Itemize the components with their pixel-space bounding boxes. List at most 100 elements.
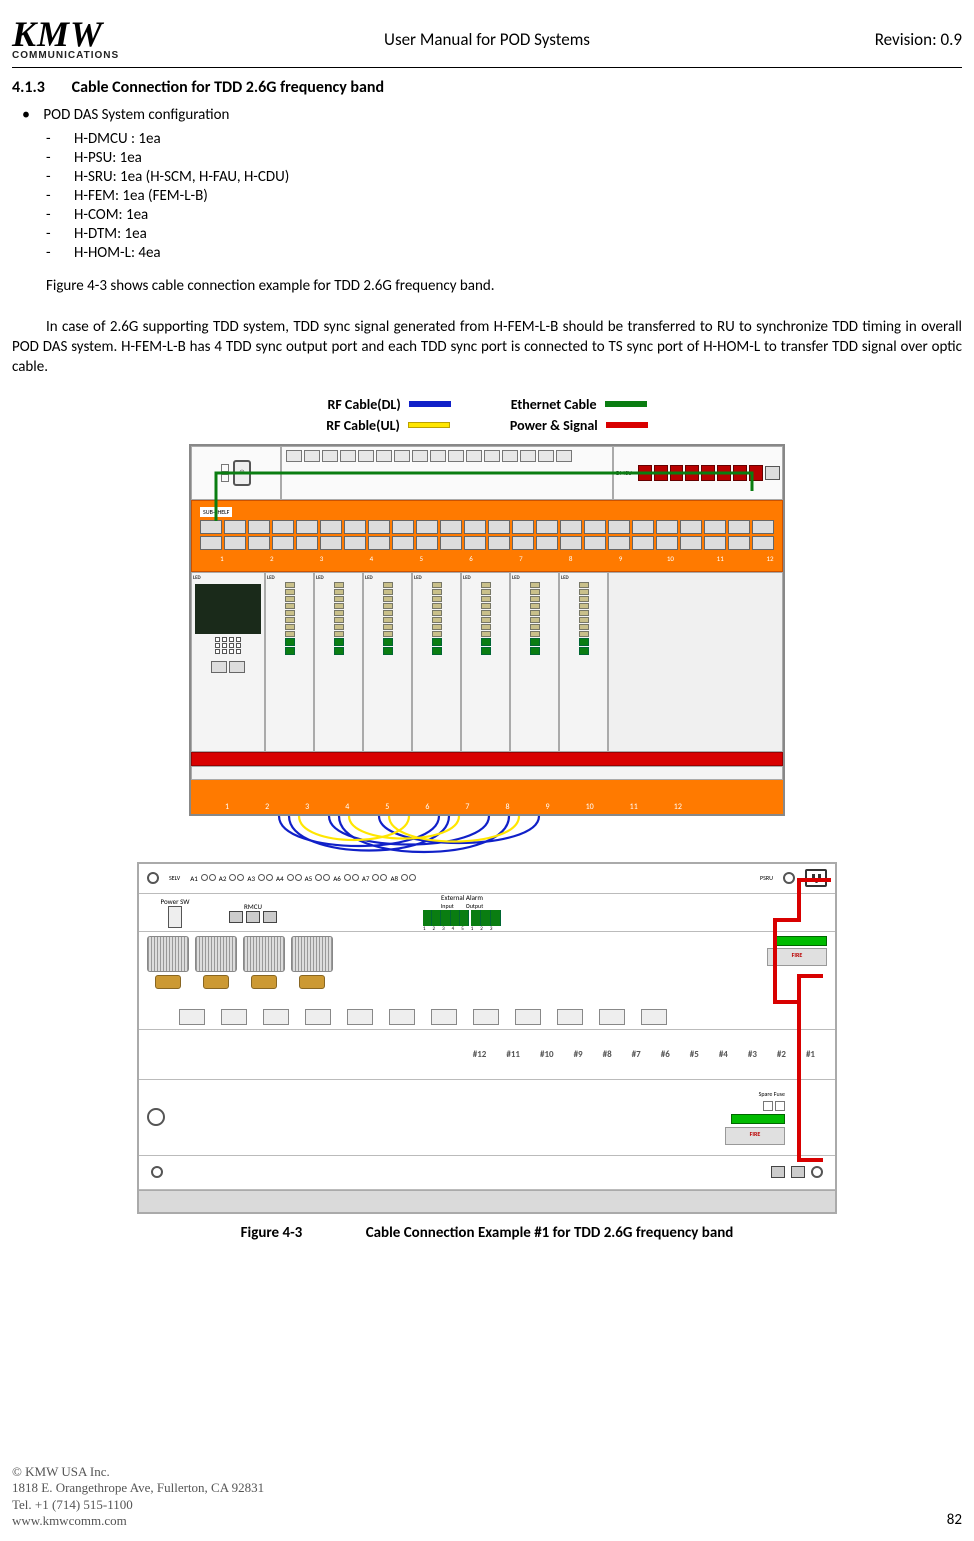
led-icon: [221, 474, 229, 482]
list-item-text: H-FEM: 1ea (FEM-L-B): [74, 187, 208, 205]
list-item-text: H-COM: 1ea: [74, 206, 148, 224]
fan-row: FIRE: [139, 932, 835, 1030]
green-indicator-icon: [773, 936, 827, 946]
figure-caption: Figure 4-3 Cable Connection Example #1 f…: [241, 1224, 734, 1242]
list-item-text: H-DMCU : 1ea: [74, 130, 161, 148]
knob-icon: [147, 872, 159, 884]
ext-alarm: External Alarm InputOutput 12345 123: [423, 893, 501, 932]
section-heading: 4.1.3 Cable Connection for TDD 2.6G freq…: [12, 78, 962, 97]
slot-label-row: #12#11 #10#9 #8#7 #6#5 #4#3 #2#1: [139, 1030, 835, 1080]
swatch-red-icon: [606, 422, 648, 428]
legend-rf-dl: RF Cable(DL): [327, 396, 450, 413]
list-item: -H-DMCU : 1ea: [46, 130, 962, 148]
empty-slots: [608, 572, 783, 752]
legend: RF Cable(DL) Ethernet Cable RF Cable(UL)…: [12, 396, 962, 434]
lower-panel: Spare Fuse FIRE: [139, 1080, 835, 1156]
card-cage: LED LED LED: [191, 572, 783, 752]
logo-text: KMW: [12, 18, 192, 50]
list-item-text: H-HOM-L: 4ea: [74, 244, 161, 262]
list-item: -H-DTM: 1ea: [46, 225, 962, 243]
ethernet-port-icon: [765, 466, 780, 480]
list-item: -H-HOM-L: 4ea: [46, 244, 962, 262]
terminal-row: A1 A2 A3 A4 A5 A6 A7 A8: [190, 874, 750, 883]
paragraph: Figure 4-3 shows cable connection exampl…: [46, 276, 962, 296]
list-item: -H-COM: 1ea: [46, 206, 962, 224]
legend-eth: Ethernet Cable: [511, 396, 647, 413]
swatch-blue-icon: [409, 401, 451, 407]
swatch-green-icon: [605, 401, 647, 407]
footer-tel: Tel. +1 (714) 515-1100: [12, 1497, 264, 1513]
knob-icon: [147, 1108, 165, 1126]
doc-title: User Manual for POD Systems: [192, 29, 782, 50]
fan-icon: [147, 936, 189, 972]
dmcu-panel: DMCU: [613, 446, 783, 500]
red-port-icon: [638, 465, 652, 481]
swatch-yellow-icon: [408, 422, 450, 428]
list-item: -H-SRU: 1ea (H-SCM, H-FAU, H-CDU): [46, 168, 962, 186]
power-panel: ⏻: [191, 446, 281, 500]
fire-indicator: FIRE: [725, 1127, 785, 1145]
power-rail-icon: [191, 752, 783, 766]
figure-number: Figure 4-3: [241, 1224, 303, 1242]
list-item-text: H-DTM: 1ea: [74, 225, 147, 243]
ac-socket-icon: [805, 869, 827, 887]
legend-label: Ethernet Cable: [511, 396, 597, 413]
paragraph: In case of 2.6G supporting TDD system, T…: [12, 317, 962, 378]
card-slot: LED: [559, 572, 608, 752]
port-panel: [281, 446, 613, 500]
footer-address: 1818 E. Orangethrope Ave, Fullerton, CA …: [12, 1480, 264, 1496]
port-stub-row: [179, 1009, 795, 1025]
list-item: -H-PSU: 1ea: [46, 149, 962, 167]
list-item: -H-FEM: 1ea (FEM-L-B): [46, 187, 962, 205]
chassis-row: ⏻ DMCU: [191, 446, 783, 500]
card-slot: LED: [461, 572, 510, 752]
config-list: -H-DMCU : 1ea -H-PSU: 1ea -H-SRU: 1ea (H…: [46, 130, 962, 262]
section-number: 4.1.3: [12, 78, 68, 97]
footer-web: www.kmwcomm.com: [12, 1513, 264, 1529]
legend-label: RF Cable(DL): [327, 396, 400, 413]
legend-label: RF Cable(UL): [326, 417, 400, 434]
doc-revision: Revision: 0.9: [782, 29, 962, 50]
card-slot: LED: [363, 572, 412, 752]
spare-fuse-label: Spare Fuse: [759, 1090, 785, 1098]
page-header: KMW COMMUNICATIONS User Manual for POD S…: [12, 18, 962, 68]
figure-title: Cable Connection Example #1 for TDD 2.6G…: [366, 1224, 734, 1242]
list-item-text: H-SRU: 1ea (H-SCM, H-FAU, H-CDU): [74, 168, 289, 186]
page-number: 82: [947, 1511, 962, 1529]
legend-pwr: Power & Signal: [510, 417, 648, 434]
bottom-chassis: SELV A1 A2 A3 A4 A5 A6 A7 A8 PSRU Power …: [137, 862, 837, 1214]
section-title: Cable Connection for TDD 2.6G frequency …: [72, 78, 384, 97]
card-slot: LED: [314, 572, 363, 752]
power-switch: Power SW: [147, 897, 203, 928]
base-plate: [139, 1190, 835, 1212]
led-icon: [221, 464, 229, 472]
chassis-bottom-strip: 12 34 56 78 910 1112: [191, 780, 783, 814]
legend-rf-ul: RF Cable(UL): [326, 417, 450, 434]
card-slot: LED: [412, 572, 461, 752]
rmcu-ports: RMCU: [229, 902, 277, 923]
bullet-label: POD DAS System configuration: [43, 106, 229, 124]
legend-label: Power & Signal: [510, 417, 598, 434]
lcd-slot: LED: [191, 572, 265, 752]
orange-patch-panel: SUB-SHELF 12 34 56 78 910 1112: [191, 500, 783, 572]
fire-indicator: FIRE: [767, 948, 827, 966]
bullet-line: • POD DAS System configuration: [12, 105, 962, 124]
top-chassis: ⏻ DMCU SUB-SHELF: [189, 444, 785, 816]
footer-copyright: © KMW USA Inc.: [12, 1464, 264, 1480]
card-slot: LED: [265, 572, 314, 752]
power-button-icon: ⏻: [233, 460, 251, 486]
sub-shelf-label: SUB-SHELF: [200, 507, 232, 517]
paragraph: [46, 297, 962, 317]
page-footer: © KMW USA Inc. 1818 E. Orangethrope Ave,…: [12, 1464, 962, 1529]
green-indicator-icon: [731, 1114, 785, 1124]
psru-label: PSRU: [760, 874, 773, 882]
lcd-screen-icon: [195, 584, 261, 634]
logo: KMW COMMUNICATIONS: [12, 18, 192, 61]
cable-bundle-icon: [189, 816, 785, 868]
dsub-icon: [155, 975, 181, 989]
dmcu-label: DMCU: [616, 469, 632, 477]
terminal-strip: SELV A1 A2 A3 A4 A5 A6 A7 A8 PSRU: [139, 864, 835, 894]
card-slot: LED: [510, 572, 559, 752]
bottom-ports: [139, 1156, 835, 1190]
switch-icon: [168, 906, 182, 928]
